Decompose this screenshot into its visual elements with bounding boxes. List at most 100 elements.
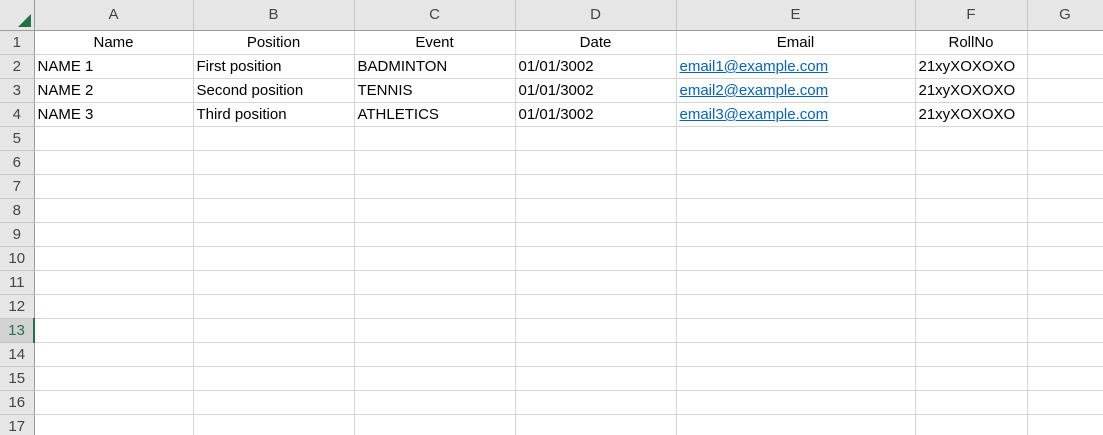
cell-empty[interactable] [676, 318, 916, 343]
cell-empty[interactable] [915, 150, 1028, 175]
cell-empty[interactable] [354, 174, 516, 199]
row-header[interactable]: 14 [0, 342, 35, 367]
row-header[interactable]: 16 [0, 390, 35, 415]
cell-empty[interactable] [354, 222, 516, 247]
cell-empty[interactable] [354, 126, 516, 151]
cell-empty[interactable] [193, 270, 355, 295]
cell-empty[interactable] [34, 414, 194, 435]
row-header[interactable]: 11 [0, 270, 35, 295]
cell-empty[interactable] [515, 342, 677, 367]
cell-email-link[interactable]: email2@example.com [676, 78, 916, 103]
cell-empty[interactable] [193, 246, 355, 271]
cell-empty[interactable] [676, 414, 916, 435]
cell-empty[interactable] [515, 294, 677, 319]
cell-empty[interactable] [354, 390, 516, 415]
cell-empty[interactable] [515, 126, 677, 151]
row-header[interactable]: 9 [0, 222, 35, 247]
cell-empty[interactable] [34, 150, 194, 175]
cell-empty[interactable] [193, 198, 355, 223]
cell-empty[interactable] [193, 414, 355, 435]
cell-empty[interactable] [676, 366, 916, 391]
cell-empty[interactable] [915, 294, 1028, 319]
cell-empty[interactable] [1027, 174, 1103, 199]
row-header[interactable]: 17 [0, 414, 35, 435]
cell-empty[interactable] [915, 174, 1028, 199]
cell-empty[interactable] [354, 150, 516, 175]
cell-empty[interactable] [193, 294, 355, 319]
cell-empty[interactable] [193, 174, 355, 199]
cell-empty[interactable] [1027, 102, 1103, 127]
cell-empty[interactable] [515, 366, 677, 391]
column-header-g[interactable]: G [1027, 0, 1103, 31]
column-header-d[interactable]: D [515, 0, 677, 31]
cell-empty[interactable] [676, 390, 916, 415]
row-header[interactable]: 12 [0, 294, 35, 319]
cell-empty[interactable] [34, 366, 194, 391]
cell-empty[interactable] [915, 270, 1028, 295]
cell-empty[interactable] [193, 342, 355, 367]
cell-empty[interactable] [354, 198, 516, 223]
cell-rollno-header[interactable]: RollNo [915, 30, 1028, 55]
cell-empty[interactable] [676, 150, 916, 175]
cell-position-header[interactable]: Position [193, 30, 355, 55]
cell-empty[interactable] [1027, 30, 1103, 55]
cell-empty[interactable] [1027, 390, 1103, 415]
row-header[interactable]: 5 [0, 126, 35, 151]
cell-empty[interactable] [915, 390, 1028, 415]
cell-empty[interactable] [676, 270, 916, 295]
cell-empty[interactable] [34, 342, 194, 367]
cell-empty[interactable] [1027, 366, 1103, 391]
cell-empty[interactable] [193, 222, 355, 247]
cell-email-link[interactable]: email3@example.com [676, 102, 916, 127]
cell-empty[interactable] [1027, 342, 1103, 367]
row-header[interactable]: 6 [0, 150, 35, 175]
column-header-a[interactable]: A [34, 0, 194, 31]
cell-empty[interactable] [515, 318, 677, 343]
cell-empty[interactable] [34, 222, 194, 247]
row-header[interactable]: 8 [0, 198, 35, 223]
cell-position[interactable]: Second position [193, 78, 355, 103]
cell-empty[interactable] [34, 270, 194, 295]
cell-date[interactable]: 01/01/3002 [515, 102, 677, 127]
cell-empty[interactable] [34, 174, 194, 199]
cell-empty[interactable] [915, 366, 1028, 391]
cell-empty[interactable] [915, 414, 1028, 435]
column-header-f[interactable]: F [915, 0, 1028, 31]
cell-rollno[interactable]: 21xyXOXOXO [915, 78, 1028, 103]
cell-empty[interactable] [193, 366, 355, 391]
cell-event[interactable]: BADMINTON [354, 54, 516, 79]
cell-empty[interactable] [1027, 222, 1103, 247]
cell-empty[interactable] [1027, 78, 1103, 103]
cell-empty[interactable] [1027, 54, 1103, 79]
cell-rollno[interactable]: 21xyXOXOXO [915, 102, 1028, 127]
cell-name[interactable]: NAME 1 [34, 54, 194, 79]
cell-date[interactable]: 01/01/3002 [515, 78, 677, 103]
cell-empty[interactable] [34, 126, 194, 151]
cell-empty[interactable] [515, 390, 677, 415]
row-header-active[interactable]: 13 [0, 318, 35, 343]
cell-empty[interactable] [915, 222, 1028, 247]
cell-empty[interactable] [354, 270, 516, 295]
row-header[interactable]: 7 [0, 174, 35, 199]
cell-empty[interactable] [1027, 318, 1103, 343]
cell-empty[interactable] [193, 390, 355, 415]
select-all-corner[interactable] [0, 0, 35, 31]
column-header-b[interactable]: B [193, 0, 355, 31]
cell-empty[interactable] [515, 414, 677, 435]
column-header-e[interactable]: E [676, 0, 916, 31]
cell-empty[interactable] [515, 198, 677, 223]
cell-position[interactable]: First position [193, 54, 355, 79]
cell-empty[interactable] [354, 246, 516, 271]
cell-empty[interactable] [193, 126, 355, 151]
row-header[interactable]: 3 [0, 78, 35, 103]
cell-empty[interactable] [354, 342, 516, 367]
cell-empty[interactable] [354, 318, 516, 343]
cell-empty[interactable] [1027, 270, 1103, 295]
row-header[interactable]: 15 [0, 366, 35, 391]
cell-empty[interactable] [676, 222, 916, 247]
cell-email-link[interactable]: email1@example.com [676, 54, 916, 79]
cell-empty[interactable] [515, 150, 677, 175]
cell-date[interactable]: 01/01/3002 [515, 54, 677, 79]
cell-empty[interactable] [34, 246, 194, 271]
cell-date-header[interactable]: Date [515, 30, 677, 55]
